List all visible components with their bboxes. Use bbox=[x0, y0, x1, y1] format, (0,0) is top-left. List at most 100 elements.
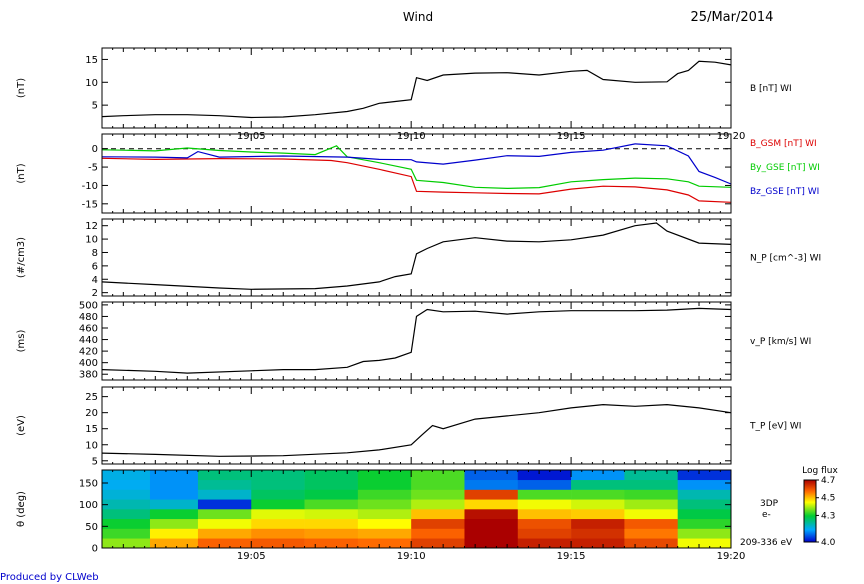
x-tick-label: 19:10 bbox=[397, 551, 426, 562]
heatmap-cell bbox=[464, 470, 519, 481]
x-tick-label: 19:20 bbox=[717, 551, 746, 562]
heatmap-cell bbox=[464, 489, 519, 500]
species-label: e- bbox=[762, 510, 771, 520]
colorbar-tick-label: 4.3 bbox=[821, 511, 835, 521]
heatmap-cell bbox=[251, 528, 305, 539]
colorbar-label: Log flux bbox=[802, 466, 838, 476]
heatmap-cell bbox=[304, 528, 359, 539]
heatmap-cell bbox=[102, 479, 151, 490]
heatmap-cell bbox=[304, 479, 359, 490]
heatmap-cell bbox=[571, 499, 625, 510]
legend-label-2-1: B_GSM [nT] WI bbox=[750, 139, 817, 149]
heatmap-cell bbox=[304, 518, 359, 529]
y-axis-label: (ms) bbox=[16, 330, 27, 353]
heatmap-cell bbox=[102, 509, 151, 520]
panel-3: 2 4 6 8 10 12 (#/cm3) N_P [cm^-3] WI bbox=[16, 218, 821, 299]
heatmap-cell bbox=[517, 509, 572, 520]
heatmap-cell bbox=[624, 518, 678, 529]
y-tick-label: 12 bbox=[85, 221, 98, 232]
y-tick-label: 100 bbox=[79, 500, 98, 511]
heatmap-cell bbox=[571, 528, 625, 539]
colorbar-tick-label: 4.5 bbox=[821, 494, 835, 504]
colorbar-gradient bbox=[803, 479, 817, 543]
heatmap-cell bbox=[357, 538, 412, 549]
y-tick-label: 20 bbox=[85, 408, 98, 419]
y-tick-label: 5 bbox=[92, 456, 98, 467]
heatmap-cell bbox=[464, 538, 519, 549]
y-axis-label: (nT) bbox=[16, 163, 27, 183]
heatmap-cell bbox=[677, 470, 732, 481]
legend-label-1-1: B [nT] WI bbox=[750, 84, 792, 94]
heatmap-cell bbox=[464, 499, 519, 510]
heatmap-cell bbox=[517, 479, 572, 490]
heatmap-cell bbox=[677, 479, 732, 490]
y-tick-label: -15 bbox=[82, 199, 98, 210]
y-tick-label: 0 bbox=[92, 544, 98, 555]
energy-range-label: 209-336 eV bbox=[740, 538, 793, 548]
heatmap-cell bbox=[357, 518, 412, 529]
series-line-1-1 bbox=[101, 60, 732, 119]
heatmap-cell bbox=[411, 518, 465, 529]
y-tick-label: 2 bbox=[92, 288, 98, 299]
heatmap-cell bbox=[624, 479, 678, 490]
y-tick-label: 6 bbox=[92, 261, 98, 272]
heatmap-cell bbox=[517, 499, 572, 510]
heatmap-cell bbox=[102, 538, 151, 549]
heatmap-cell bbox=[149, 538, 199, 549]
plot-canvas: Wind 25/Mar/2014 5 10 15 (nT) B [nT] WI 19:05… bbox=[16, 10, 838, 562]
heatmap-cell bbox=[304, 489, 359, 500]
heatmap-cell bbox=[304, 538, 359, 549]
heatmap-cell bbox=[149, 479, 199, 490]
heatmap-cell bbox=[102, 499, 151, 510]
heatmap-cell bbox=[677, 509, 732, 520]
y-tick-label: 5 bbox=[92, 101, 98, 112]
heatmap-cell bbox=[411, 479, 465, 490]
panel-2: 0 -5 -10 -15 (nT) B_GSM [nT] WI By_GSE [nT] WI… bbox=[16, 133, 820, 214]
heatmap-cell bbox=[517, 528, 572, 539]
heatmap-cell bbox=[411, 528, 465, 539]
legend-label-3-1: N_P [cm^-3] WI bbox=[750, 254, 821, 264]
heatmap-cell bbox=[251, 479, 305, 490]
heatmap-cell bbox=[357, 528, 412, 539]
y-tick-label: 10 bbox=[85, 440, 98, 451]
panel-frame bbox=[101, 133, 732, 214]
heatmap-cell bbox=[149, 528, 199, 539]
heatmap-cell bbox=[677, 528, 732, 539]
y-tick-label: 380 bbox=[79, 370, 98, 381]
heatmap-cell bbox=[149, 518, 199, 529]
y-axis-label: (nT) bbox=[16, 78, 27, 98]
heatmap-cell bbox=[304, 499, 359, 510]
heatmap-cell bbox=[102, 470, 151, 481]
heatmap-cell bbox=[357, 470, 412, 481]
heatmap-cell bbox=[102, 518, 151, 529]
y-axis-label: (#/cm3) bbox=[16, 237, 27, 278]
panel-5: 5 10 15 20 25 (eV) T_P [eV] WI bbox=[16, 386, 801, 467]
y-tick-label: -10 bbox=[82, 181, 98, 192]
heatmap-cell bbox=[411, 538, 465, 549]
y-tick-label: 480 bbox=[79, 312, 98, 323]
heatmap-cell bbox=[251, 489, 305, 500]
heatmap-cell bbox=[517, 489, 572, 500]
heatmap-cell bbox=[624, 528, 678, 539]
heatmap-cell bbox=[149, 509, 199, 520]
heatmap-cell bbox=[677, 518, 732, 529]
panel-frame bbox=[101, 218, 732, 297]
panel-frame bbox=[101, 47, 732, 129]
panel-6: 0 50 100 150 θ (deg) 19:05 19:10 19:15 19:20 3DPe… bbox=[16, 469, 793, 562]
y-tick-label: 10 bbox=[85, 235, 98, 246]
y-tick-label: 25 bbox=[85, 392, 98, 403]
series-line-5-1 bbox=[101, 403, 732, 457]
panel-4: 380400420440460480500 (ms) v_P [km/s] WI bbox=[16, 300, 811, 380]
series-line-3-1 bbox=[101, 222, 732, 290]
panel-frame bbox=[101, 301, 732, 381]
heatmap-cell bbox=[149, 470, 199, 481]
heatmap-cell bbox=[571, 479, 625, 490]
heatmap-cell bbox=[304, 470, 359, 481]
colorbar: Log flux 4.0 4.3 4.5 4.7 bbox=[802, 466, 838, 548]
heatmap-cell bbox=[677, 538, 732, 549]
date-label: 25/Mar/2014 bbox=[691, 10, 774, 25]
y-tick-label: 50 bbox=[85, 522, 98, 533]
legend-label-2-3: Bz_GSE [nT] WI bbox=[750, 187, 819, 197]
heatmap-cell bbox=[464, 528, 519, 539]
heatmap-cell bbox=[464, 509, 519, 520]
